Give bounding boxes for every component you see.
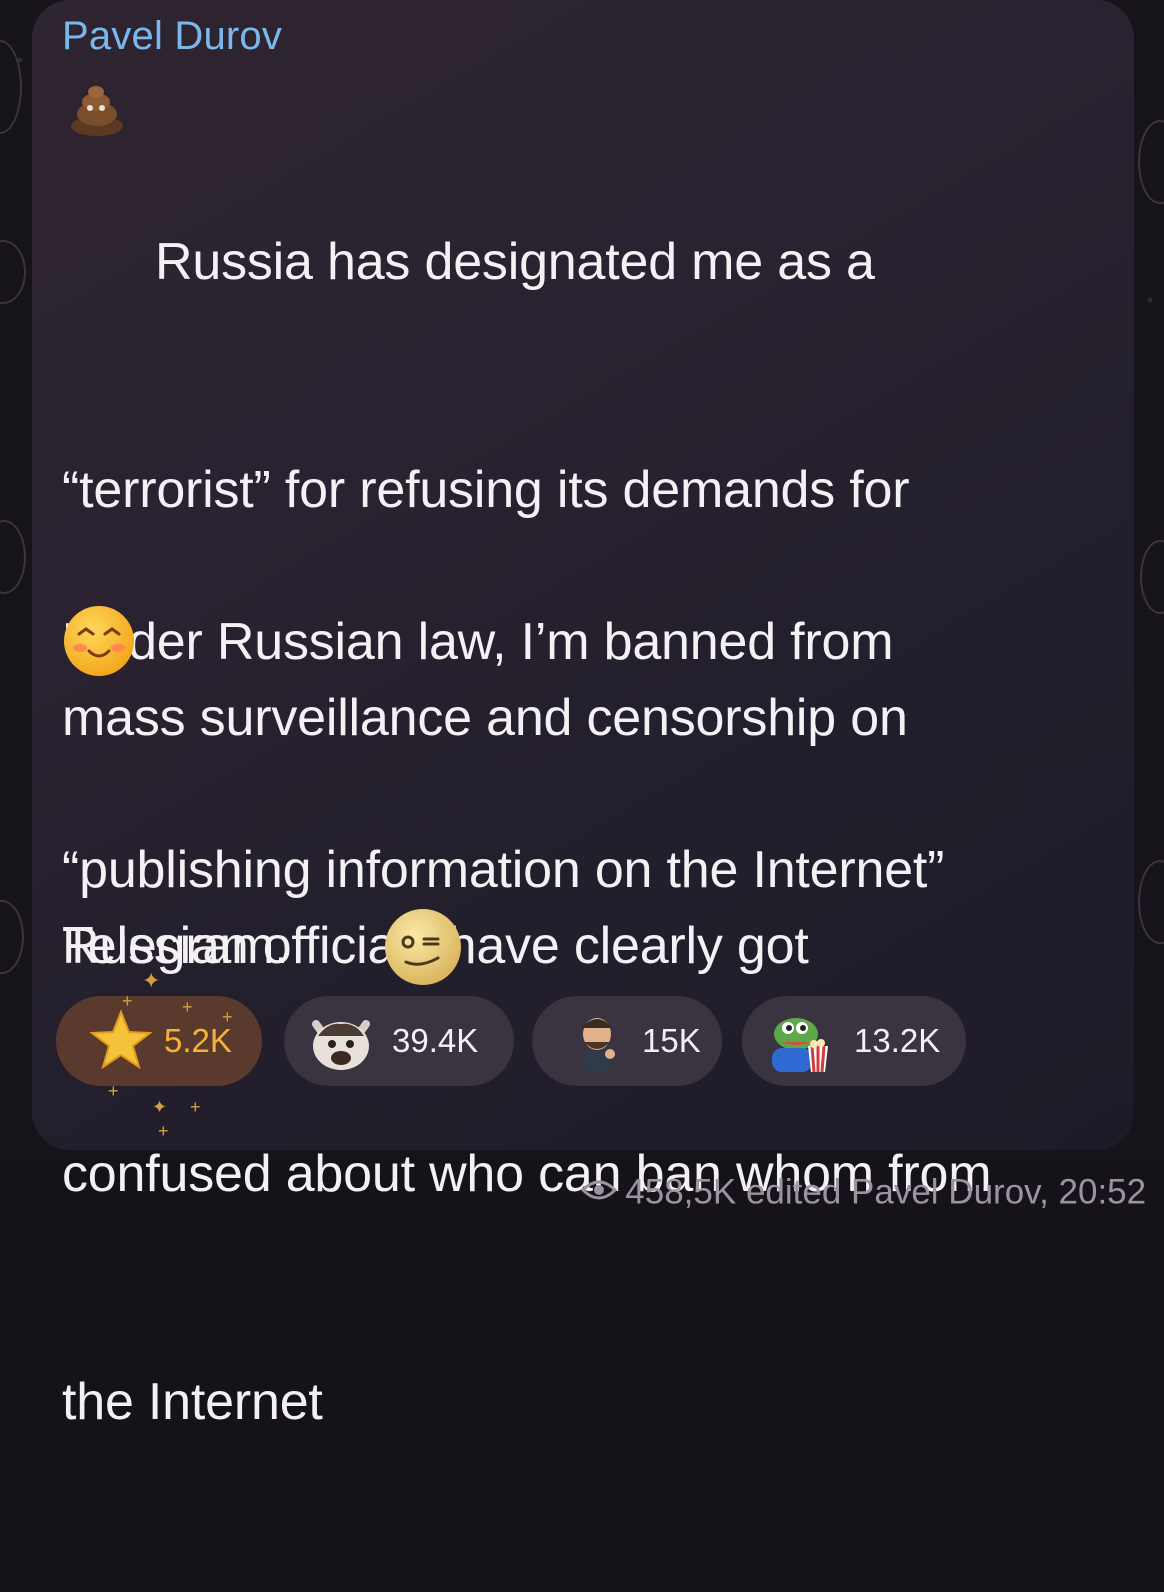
message-author[interactable]: Pavel Durov (62, 14, 282, 59)
reaction-count: 13.2K (854, 1022, 941, 1059)
wallpaper-doodle (0, 520, 26, 594)
reaction-count: 15K (642, 1022, 701, 1059)
reaction-count: 39.4K (392, 1022, 479, 1059)
reaction-cat[interactable]: 39.4K (284, 996, 514, 1086)
sparkle-decoration: ✦ (152, 1097, 168, 1117)
sparkle-decoration: + (158, 1121, 169, 1141)
wallpaper-doodle (1138, 860, 1164, 944)
reactions-bar: 5.2K 39.4K 15K 13.2K (56, 996, 1016, 1088)
sparkle-decoration: + (222, 1007, 233, 1027)
wallpaper-doodle (1138, 120, 1164, 204)
blushing-smile-emoji-icon (62, 604, 136, 678)
frog-popcorn-icon (764, 1006, 834, 1076)
sparkle-decoration: + (108, 1081, 119, 1101)
sparkle-decoration: + (190, 1097, 201, 1117)
cat-icon (306, 1006, 376, 1076)
wallpaper-doodle (0, 240, 26, 304)
message-line: Russia has designated me as a (155, 233, 875, 291)
star-icon (86, 1006, 156, 1076)
wallpaper-doodle (0, 900, 24, 974)
sparkle-decoration: + (122, 991, 133, 1011)
reaction-man-thinking[interactable]: 15K (532, 996, 722, 1086)
message-line: Russian officials have clearly got (62, 917, 809, 975)
edited-status: edited Pavel Durov, 20:52 (745, 1172, 1147, 1212)
reaction-frog-popcorn[interactable]: 13.2K (742, 996, 966, 1086)
message-footer: 458,5K edited Pavel Durov, 20:52 (484, 1094, 1146, 1294)
message-line: Under Russian law, I’m banned from (62, 613, 894, 671)
man-thinking-icon (562, 1006, 632, 1076)
sparkle-decoration: + (182, 997, 193, 1017)
message-line: the Internet (62, 1373, 323, 1431)
wallpaper-doodle (1140, 540, 1164, 614)
message-bubble[interactable]: Pavel Durov Russia has designated me as … (32, 0, 1146, 1431)
view-count: 458,5K (625, 1172, 737, 1212)
eye-icon (523, 1131, 618, 1251)
wallpaper-doodle (0, 40, 22, 134)
smirk-emoji-icon (382, 906, 464, 988)
sparkle-decoration: ✦ (142, 968, 161, 993)
